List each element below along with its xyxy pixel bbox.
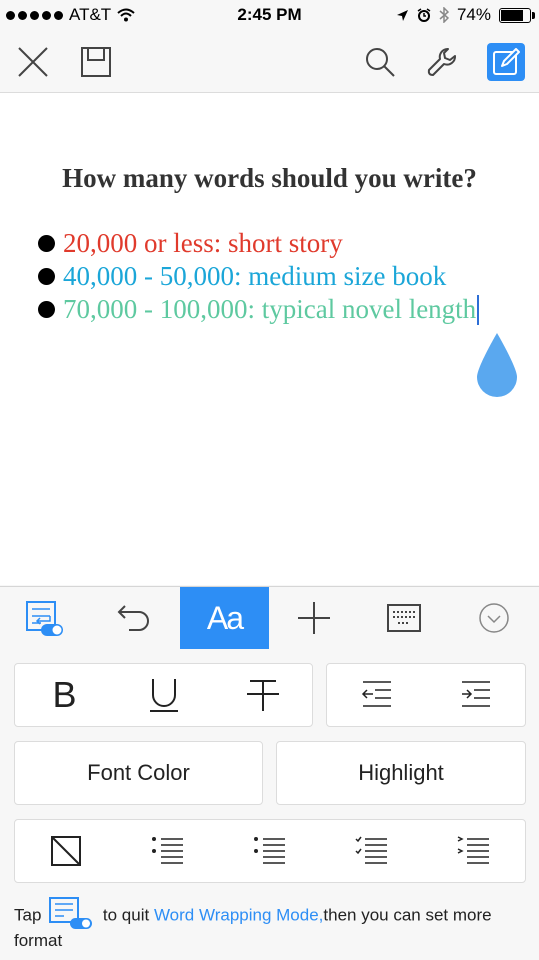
search-icon [366, 48, 395, 77]
save-icon [81, 47, 111, 77]
arrow-list-icon [457, 836, 489, 864]
word-wrap-icon [49, 897, 93, 929]
wrench-icon [427, 48, 456, 76]
bullet-text: 20,000 or less: short story [63, 228, 343, 258]
text-cursor [477, 294, 480, 325]
document-area[interactable]: How many words should you write? 20,000 … [0, 93, 539, 585]
list-item: 20,000 or less: short story [38, 227, 479, 260]
save-button[interactable] [74, 40, 118, 84]
bold-label: B [52, 674, 77, 715]
bullet-text: 40,000 - 50,000: medium size book [63, 261, 447, 291]
word-wrap-hint: Tap to quit Word Wrapping Mode,then you … [14, 897, 524, 951]
indent-group [326, 663, 526, 727]
search-button[interactable] [358, 40, 402, 84]
collapse-button[interactable] [449, 587, 538, 649]
battery-percent: 74% [456, 5, 491, 24]
tab-font[interactable]: Aa [180, 587, 269, 649]
word-wrap-toggle[interactable] [0, 587, 89, 649]
font-color-button[interactable]: Font Color [14, 741, 263, 805]
battery-icon [499, 7, 535, 23]
undo-icon [117, 605, 149, 631]
bluetooth-icon [439, 7, 449, 23]
keyboard-icon [386, 604, 421, 632]
hint-mode: Word Wrapping Mode, [153, 905, 324, 925]
font-color-label: Font Color [87, 760, 190, 785]
list-none-button[interactable] [15, 820, 117, 882]
status-bar: AT&T 2:45 PM 74% [0, 0, 539, 30]
numbered-list-button[interactable] [219, 820, 321, 882]
list-style-group [14, 819, 526, 883]
word-wrap-icon [25, 601, 63, 636]
font-icon: Aa [206, 599, 244, 636]
plus-icon [297, 602, 330, 634]
close-icon [18, 47, 48, 77]
document-title: How many words should you write? [62, 163, 477, 193]
list-item: 40,000 - 50,000: medium size book [38, 260, 479, 293]
insert-button[interactable] [269, 587, 358, 649]
chevron-down-icon [478, 603, 509, 633]
indent-button[interactable] [426, 664, 525, 726]
bullet-list-button[interactable] [117, 820, 219, 882]
cursor-handle-icon[interactable] [476, 331, 518, 399]
checklist-icon [355, 836, 387, 864]
indent-icon [461, 681, 490, 707]
close-button[interactable] [11, 40, 55, 84]
location-arrow-icon [396, 9, 408, 21]
strikethrough-button[interactable] [213, 664, 312, 726]
alarm-icon [417, 8, 431, 22]
keyboard-button[interactable] [359, 587, 448, 649]
edit-icon [493, 48, 520, 75]
bold-button[interactable]: B [15, 664, 114, 726]
outdent-button[interactable] [327, 664, 426, 726]
hint-middle: to quit [102, 905, 150, 925]
highlight-button[interactable]: Highlight [276, 741, 526, 805]
bullet-text: 70,000 - 100,000: typical novel length [63, 294, 477, 324]
arrow-list-button[interactable] [423, 820, 525, 882]
text-style-group: B [14, 663, 313, 727]
bullet-list: 20,000 or less: short story 40,000 - 50,… [38, 227, 480, 326]
no-list-icon [51, 836, 81, 866]
strikethrough-icon [246, 680, 279, 711]
tools-button[interactable] [420, 40, 464, 84]
format-panel: B Font Color Highlight Tap to quit Word … [0, 649, 539, 960]
edit-button[interactable] [487, 43, 525, 81]
undo-button[interactable] [89, 587, 178, 649]
checklist-button[interactable] [321, 820, 423, 882]
numbered-list-icon [254, 837, 285, 864]
format-toolbar: Aa [0, 586, 539, 650]
underline-icon [149, 679, 178, 712]
underline-button[interactable] [114, 664, 213, 726]
outdent-icon [361, 681, 391, 707]
highlight-label: Highlight [358, 760, 444, 785]
hint-tap: Tap [14, 905, 42, 925]
bullet-list-icon [152, 837, 183, 864]
top-toolbar [0, 30, 539, 93]
list-item: 70,000 - 100,000: typical novel length [38, 293, 480, 326]
